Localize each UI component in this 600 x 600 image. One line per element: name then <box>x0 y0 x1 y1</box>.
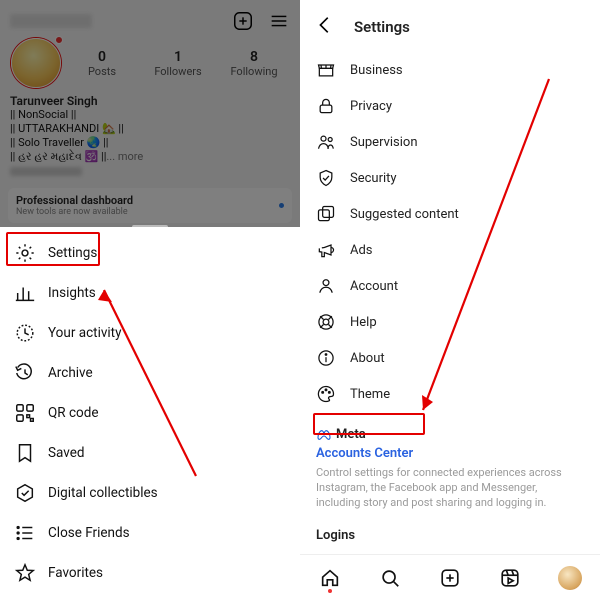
back-icon[interactable] <box>314 14 336 40</box>
menu-privacy[interactable]: Privacy <box>300 88 600 124</box>
accounts-center-desc: Control settings for connected experienc… <box>316 465 584 510</box>
settings-item-label: Ads <box>350 243 373 258</box>
storefront-icon <box>316 60 336 80</box>
avatar-small <box>558 566 582 590</box>
menu-label: Digital collectibles <box>48 485 158 501</box>
menu-favorites[interactable]: Favorites <box>0 553 300 593</box>
menu-security[interactable]: Security <box>300 160 600 196</box>
logins-heading: Logins <box>300 510 600 543</box>
menu-help[interactable]: Help <box>300 304 600 340</box>
menu-label: Your activity <box>48 325 121 341</box>
palette-icon <box>316 384 336 404</box>
menu-label: Archive <box>48 365 93 381</box>
menu-archive[interactable]: Archive <box>0 353 300 393</box>
settings-item-label: Business <box>350 63 403 78</box>
accounts-center-link[interactable]: Accounts Center <box>316 442 413 465</box>
lock-icon <box>316 96 336 116</box>
insights-icon <box>14 282 36 304</box>
menu-label: Saved <box>48 445 85 461</box>
list-star-icon <box>14 522 36 544</box>
highlight-settings <box>6 232 100 266</box>
settings-item-label: Help <box>350 315 377 330</box>
menu-account[interactable]: Account <box>300 268 600 304</box>
menu-qr[interactable]: QR code <box>0 393 300 433</box>
menu-label: QR code <box>48 405 99 421</box>
tab-home[interactable] <box>300 555 360 600</box>
hexagon-check-icon <box>14 482 36 504</box>
highlight-accounts-center <box>313 413 425 435</box>
left-panel: 0Posts 1Followers 8Following Tarunveer S… <box>0 0 300 600</box>
right-panel: Settings Business Privacy Supervision Se… <box>300 0 600 600</box>
settings-item-label: Account <box>350 279 398 294</box>
menu-ads[interactable]: Ads <box>300 232 600 268</box>
menu-insights[interactable]: Insights <box>0 273 300 313</box>
menu-business[interactable]: Business <box>300 52 600 88</box>
menu-activity[interactable]: Your activity <box>0 313 300 353</box>
tab-search[interactable] <box>360 555 420 600</box>
settings-item-label: Supervision <box>350 135 418 150</box>
settings-item-label: About <box>350 351 385 366</box>
shield-check-icon <box>316 168 336 188</box>
info-icon <box>316 348 336 368</box>
stacked-rects-icon <box>316 204 336 224</box>
menu-discover[interactable]: Discover people <box>0 593 300 600</box>
archive-icon <box>14 362 36 384</box>
tab-reels[interactable] <box>480 555 540 600</box>
menu-digital[interactable]: Digital collectibles <box>0 473 300 513</box>
settings-title: Settings <box>354 18 410 36</box>
settings-header: Settings <box>300 0 600 48</box>
lifebuoy-icon <box>316 312 336 332</box>
menu-bottom-sheet: Settings Insights Your activity Archive … <box>0 227 300 600</box>
menu-theme[interactable]: Theme <box>300 376 600 412</box>
menu-supervision[interactable]: Supervision <box>300 124 600 160</box>
settings-item-label: Privacy <box>350 99 392 114</box>
bottom-tabbar <box>300 554 600 600</box>
person-icon <box>316 276 336 296</box>
people-icon <box>316 132 336 152</box>
menu-label: Close Friends <box>48 525 130 541</box>
activity-icon <box>14 322 36 344</box>
qr-icon <box>14 402 36 424</box>
menu-close-friends[interactable]: Close Friends <box>0 513 300 553</box>
menu-label: Favorites <box>48 565 103 581</box>
settings-item-label: Security <box>350 171 397 186</box>
bookmark-icon <box>14 442 36 464</box>
megaphone-icon <box>316 240 336 260</box>
star-icon <box>14 562 36 584</box>
tab-profile[interactable] <box>540 555 600 600</box>
settings-item-label: Theme <box>350 387 390 402</box>
menu-saved[interactable]: Saved <box>0 433 300 473</box>
menu-label: Insights <box>48 285 96 301</box>
menu-suggested[interactable]: Suggested content <box>300 196 600 232</box>
settings-item-label: Suggested content <box>350 207 459 222</box>
menu-about[interactable]: About <box>300 340 600 376</box>
tab-create[interactable] <box>420 555 480 600</box>
profile-card: 0Posts 1Followers 8Following Tarunveer S… <box>0 0 300 227</box>
